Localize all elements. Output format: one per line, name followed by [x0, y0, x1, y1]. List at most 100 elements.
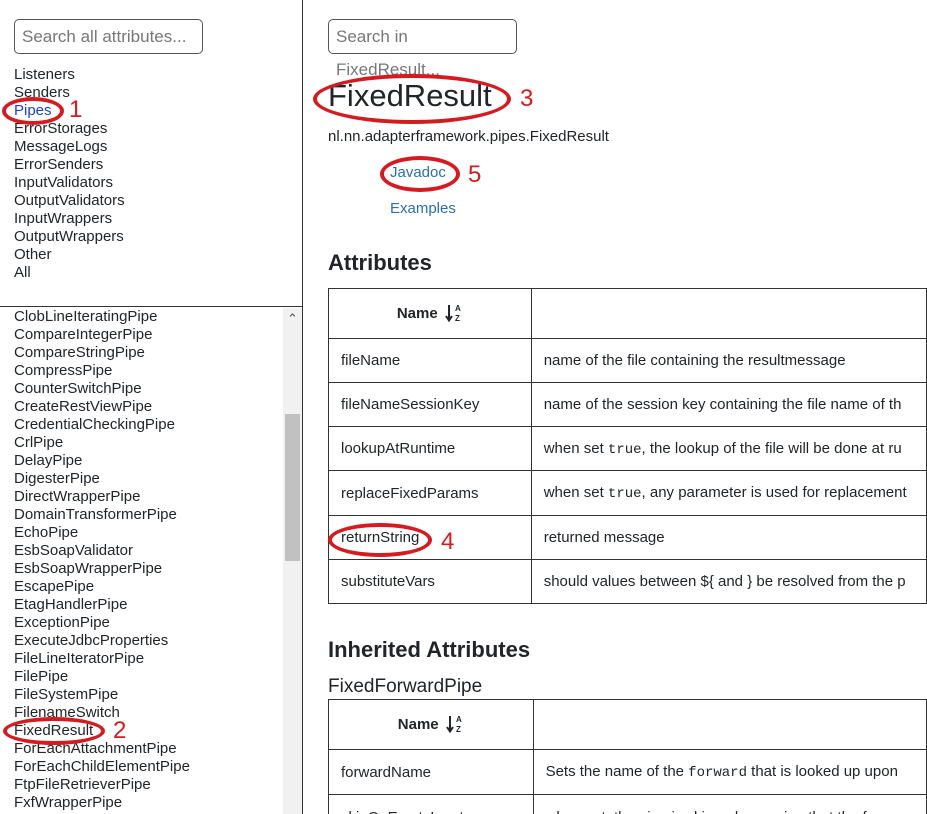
attribute-description: when set true, any parameter is used for… [530, 470, 927, 516]
table-header-row: Name A Z [328, 288, 927, 339]
description-column-header [530, 288, 927, 339]
attribute-description: name of the session key containing the f… [530, 382, 927, 427]
attribute-description: returned message [530, 515, 927, 560]
pipe-list-pane: ClobLineIteratingPipe CompareIntegerPipe C… [0, 308, 302, 814]
scrollbar[interactable]: ⌃ [283, 308, 302, 814]
description-text: that is looked up upon [746, 763, 898, 780]
description-code: true [607, 486, 642, 502]
name-header-label: Name [396, 304, 438, 322]
description-text: , any parameter is used for replacement [641, 484, 907, 501]
sort-alpha-icon[interactable]: A Z [445, 303, 463, 325]
description-text: should values between ${ and } be resolv… [543, 573, 906, 590]
javadoc-link[interactable]: Javadoc [390, 164, 446, 181]
category-item-listeners[interactable]: Listeners [14, 66, 125, 84]
pipe-item-exceptionpipe[interactable]: ExceptionPipe [14, 614, 190, 632]
name-column-header[interactable]: Name A Z [328, 288, 532, 339]
attribute-name-filenamesessionkey: fileNameSessionKey [328, 382, 532, 427]
attribute-description: should values between ${ and } be resolv… [530, 559, 927, 604]
description-text: Sets the name of the [545, 763, 689, 780]
pipe-item-filepipe[interactable]: FilePipe [14, 668, 190, 686]
annotation-number-1: 1 [69, 96, 83, 123]
pipe-item-comparestringpipe[interactable]: CompareStringPipe [14, 344, 190, 362]
category-item-outputvalidators[interactable]: OutputValidators [14, 192, 125, 210]
pipe-item-cloblineiteratingpipe[interactable]: ClobLineIteratingPipe [14, 308, 190, 326]
category-item-all[interactable]: All [14, 264, 125, 282]
name-header-label: Name [397, 715, 439, 733]
name-column-header[interactable]: Name A Z [328, 699, 534, 750]
attribute-name-lookupatruntime: lookupAtRuntime [328, 426, 532, 471]
attribute-description: Sets the name of the forward that is loo… [532, 749, 927, 795]
category-item-inputvalidators[interactable]: InputValidators [14, 174, 125, 192]
pipe-item-directwrapperpipe[interactable]: DirectWrapperPipe [14, 488, 190, 506]
table-row: fileNameSessionKey name of the session ke… [328, 382, 927, 427]
pipe-item-foreachchildelementpipe[interactable]: ForEachChildElementPipe [14, 758, 190, 776]
category-pane: Search all attributes... Listeners Sender… [0, 0, 302, 307]
pipe-item-compareintegerpipe[interactable]: CompareIntegerPipe [14, 326, 190, 344]
attribute-name-replacefixedparams: replaceFixedParams [328, 470, 532, 516]
pipe-item-etaghandlerpipe[interactable]: EtagHandlerPipe [14, 596, 190, 614]
description-text: when set [543, 439, 608, 457]
search-in-class-input[interactable]: Search in FixedResult... [328, 19, 517, 79]
sidebar: Search all attributes... Listeners Sender… [0, 0, 303, 814]
page-title: FixedResult [328, 78, 492, 113]
description-column-header [532, 699, 927, 750]
description-code: forward [688, 765, 747, 781]
table-row: substituteVars should values between ${ a… [328, 559, 927, 604]
category-item-messagelogs[interactable]: MessageLogs [14, 138, 125, 156]
pipe-item-fixedresult[interactable]: FixedResult [14, 722, 190, 740]
pipe-item-ftpfileretrieverpipe[interactable]: FtpFileRetrieverPipe [14, 776, 190, 794]
attribute-name-skiponemptyinput: skipOnEmptyInput [328, 794, 534, 814]
table-header-row: Name A Z [328, 699, 927, 750]
examples-link[interactable]: Examples [390, 200, 456, 217]
description-code: true [607, 441, 642, 458]
pipe-item-executejdbcproperties[interactable]: ExecuteJdbcProperties [14, 632, 190, 650]
scrollbar-thumb[interactable] [285, 414, 300, 561]
pipe-item-compresspipe[interactable]: CompressPipe [14, 362, 190, 380]
pipe-item-esbsoapvalidator[interactable]: EsbSoapValidator [14, 542, 190, 560]
description-text: name of the file containing the resultme… [543, 352, 846, 369]
pipe-item-echopipe[interactable]: EchoPipe [14, 524, 190, 542]
pipe-item-delaypipe[interactable]: DelayPipe [14, 452, 190, 470]
sort-alpha-icon[interactable]: A Z [445, 714, 464, 736]
pipe-item-counterswitchpipe[interactable]: CounterSwitchPipe [14, 380, 190, 398]
pipe-item-escapepipe[interactable]: EscapePipe [14, 578, 190, 596]
table-row: fileName name of the file containing the … [328, 338, 927, 383]
pipe-item-filesystempipe[interactable]: FileSystemPipe [14, 686, 190, 704]
table-row: skipOnEmptyInput when set, the pipe is sk… [328, 794, 927, 814]
pipe-item-credentialcheckingpipe[interactable]: CredentialCheckingPipe [14, 416, 190, 434]
pipe-item-digesterpipe[interactable]: DigesterPipe [14, 470, 190, 488]
description-text: returned message [543, 529, 665, 546]
main-content: Search in FixedResult... FixedResult nl.… [304, 0, 927, 814]
annotation-number-4: 4 [441, 528, 455, 555]
attribute-description: name of the file containing the resultme… [530, 338, 927, 383]
annotation-number-2: 2 [113, 717, 127, 744]
search-all-attributes-input[interactable]: Search all attributes... [14, 19, 203, 54]
description-text: when set, the pipe is skipped, meaning t… [546, 809, 867, 814]
svg-text:Z: Z [456, 725, 461, 734]
inherited-attributes-table: Name A Z forwardName Sets the name of the… [328, 699, 927, 814]
pipe-item-filenameswitch[interactable]: FilenameSwitch [14, 704, 190, 722]
pipe-item-crlpipe[interactable]: CrlPipe [14, 434, 190, 452]
category-item-outputwrappers[interactable]: OutputWrappers [14, 228, 125, 246]
inherited-attributes-heading: Inherited Attributes [328, 637, 531, 662]
category-item-errorsenders[interactable]: ErrorSenders [14, 156, 125, 174]
class-fqcn: nl.nn.adapterframework.pipes.FixedResult [328, 128, 609, 145]
attributes-heading: Attributes [328, 250, 432, 275]
annotation-number-3: 3 [520, 85, 534, 112]
svg-text:A: A [455, 304, 461, 313]
attribute-name-filename: fileName [328, 338, 532, 383]
pipe-item-foreachattachmentpipe[interactable]: ForEachAttachmentPipe [14, 740, 190, 758]
attribute-description: when set, the pipe is skipped, meaning t… [532, 794, 927, 814]
pipe-item-filelineiteratorpipe[interactable]: FileLineIteratorPipe [14, 650, 190, 668]
table-row: returnString returned message [328, 515, 927, 560]
pipe-item-fxfwrapperpipe[interactable]: FxfWrapperPipe [14, 794, 190, 812]
attribute-name-forwardname: forwardName [328, 749, 534, 795]
pipe-item-esbsoapwrapperpipe[interactable]: EsbSoapWrapperPipe [14, 560, 190, 578]
category-item-inputwrappers[interactable]: InputWrappers [14, 210, 125, 228]
pipe-item-createrestviewpipe[interactable]: CreateRestViewPipe [14, 398, 190, 416]
scroll-up-icon[interactable]: ⌃ [283, 310, 302, 328]
attribute-description: when set true, the lookup of the file wi… [530, 426, 927, 471]
category-item-other[interactable]: Other [14, 246, 125, 264]
svg-text:A: A [456, 715, 462, 724]
pipe-item-domaintransformerpipe[interactable]: DomainTransformerPipe [14, 506, 190, 524]
